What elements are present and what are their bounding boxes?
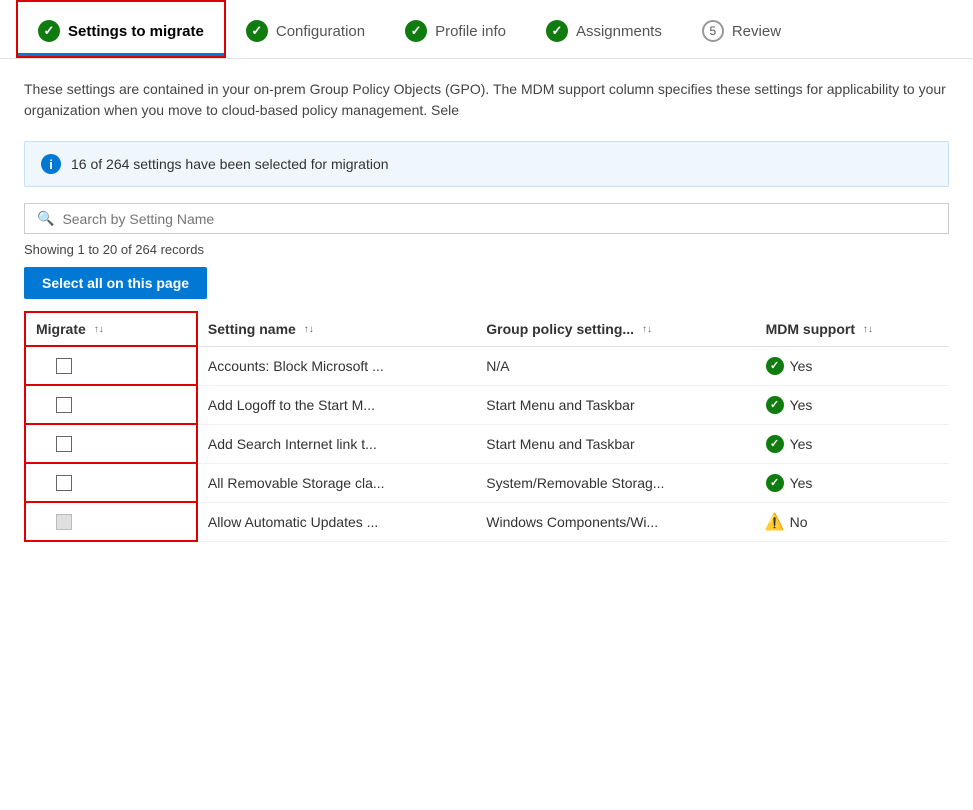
mdm-check-icon (766, 435, 784, 453)
table-row: Add Search Internet link t...Start Menu … (25, 424, 949, 463)
step-check-icon-settings (38, 20, 60, 42)
step-check-icon-assignments (546, 20, 568, 42)
mdm-check-icon (766, 396, 784, 414)
step-check-icon-configuration (246, 20, 268, 42)
mdm-support-cell: ⚠️ No (756, 502, 949, 541)
mdm-support-cell: Yes (756, 385, 949, 424)
group-policy-cell: Windows Components/Wi... (476, 502, 755, 541)
col-header-mdm: MDM support ↑↓ (756, 312, 949, 346)
setting-name-cell: All Removable Storage cla... (197, 463, 476, 502)
sort-arrows-migrate[interactable]: ↑↓ (94, 325, 104, 335)
table-row: All Removable Storage cla...System/Remov… (25, 463, 949, 502)
search-bar: 🔍 (24, 203, 949, 234)
select-all-button[interactable]: Select all on this page (24, 267, 207, 299)
migrate-cell (25, 385, 197, 424)
wizard-step-assignments[interactable]: Assignments (526, 2, 682, 56)
table-container: Migrate ↑↓ Setting name ↑↓ Group policy … (24, 311, 949, 542)
mdm-support-cell: Yes (756, 424, 949, 463)
col-header-setting: Setting name ↑↓ (197, 312, 476, 346)
step-check-icon-profile (405, 20, 427, 42)
description-text: These settings are contained in your on-… (24, 79, 949, 121)
migrate-cell (25, 463, 197, 502)
mdm-support-cell: Yes (756, 463, 949, 502)
info-icon: i (41, 154, 61, 174)
settings-table: Migrate ↑↓ Setting name ↑↓ Group policy … (24, 311, 949, 542)
info-banner-text: 16 of 264 settings have been selected fo… (71, 156, 389, 172)
migrate-cell (25, 502, 197, 541)
col-header-group: Group policy setting... ↑↓ (476, 312, 755, 346)
mdm-support-text: Yes (790, 475, 813, 491)
migrate-checkbox[interactable] (56, 475, 72, 491)
wizard-step-configuration[interactable]: Configuration (226, 2, 385, 56)
migrate-checkbox[interactable] (56, 358, 72, 374)
group-policy-cell: Start Menu and Taskbar (476, 385, 755, 424)
migrate-cell (25, 424, 197, 463)
migrate-checkbox[interactable] (56, 397, 72, 413)
wizard-nav: Settings to migrate Configuration Profil… (0, 0, 973, 59)
step-label-profile: Profile info (435, 23, 506, 40)
mdm-warn-icon: ⚠️ (766, 513, 784, 531)
step-num-icon-review: 5 (702, 20, 724, 42)
setting-name-cell: Add Search Internet link t... (197, 424, 476, 463)
mdm-support-text: Yes (790, 436, 813, 452)
table-row: Add Logoff to the Start M...Start Menu a… (25, 385, 949, 424)
setting-name-cell: Add Logoff to the Start M... (197, 385, 476, 424)
wizard-step-review[interactable]: 5 Review (682, 2, 801, 56)
wizard-step-settings[interactable]: Settings to migrate (18, 2, 224, 56)
setting-name-cell: Allow Automatic Updates ... (197, 502, 476, 541)
mdm-support-text: Yes (790, 358, 813, 374)
step-label-assignments: Assignments (576, 23, 662, 40)
search-input[interactable] (62, 211, 936, 227)
migrate-cell (25, 346, 197, 385)
mdm-check-icon (766, 357, 784, 375)
step-label-review: Review (732, 23, 781, 40)
mdm-support-cell: Yes (756, 346, 949, 385)
step-settings-wrapper: Settings to migrate (16, 0, 226, 58)
table-row: Accounts: Block Microsoft ...N/A Yes (25, 346, 949, 385)
group-policy-cell: N/A (476, 346, 755, 385)
table-row: Allow Automatic Updates ...Windows Compo… (25, 502, 949, 541)
sort-arrows-mdm[interactable]: ↑↓ (863, 325, 873, 335)
setting-name-cell: Accounts: Block Microsoft ... (197, 346, 476, 385)
mdm-check-icon (766, 474, 784, 492)
step-label-settings: Settings to migrate (68, 23, 204, 40)
sort-arrows-setting[interactable]: ↑↓ (304, 325, 314, 335)
mdm-support-text: Yes (790, 397, 813, 413)
mdm-support-text: No (790, 514, 808, 530)
migrate-checkbox[interactable] (56, 514, 72, 530)
wizard-step-profile[interactable]: Profile info (385, 2, 526, 56)
info-banner: i 16 of 264 settings have been selected … (24, 141, 949, 187)
group-policy-cell: Start Menu and Taskbar (476, 424, 755, 463)
search-icon: 🔍 (37, 210, 54, 227)
main-content: These settings are contained in your on-… (0, 59, 973, 562)
sort-arrows-group[interactable]: ↑↓ (642, 325, 652, 335)
migrate-checkbox[interactable] (56, 436, 72, 452)
group-policy-cell: System/Removable Storag... (476, 463, 755, 502)
records-text: Showing 1 to 20 of 264 records (24, 242, 949, 257)
col-header-migrate: Migrate ↑↓ (25, 312, 197, 346)
step-label-configuration: Configuration (276, 23, 365, 40)
